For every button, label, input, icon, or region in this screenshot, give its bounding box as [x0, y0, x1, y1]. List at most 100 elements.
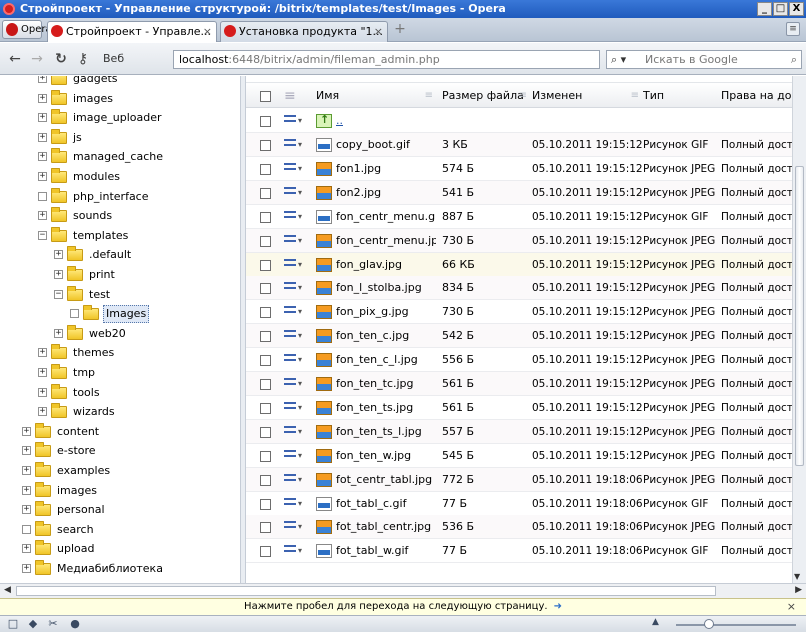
zoom-knob[interactable]	[704, 619, 714, 629]
column-header-size[interactable]: Размер файла ≡	[442, 83, 530, 109]
file-name[interactable]: fon_centr_menu.jpg	[336, 229, 436, 253]
vertical-scrollbar[interactable]: ▼	[792, 76, 806, 583]
row-menu-icon[interactable]	[284, 354, 304, 366]
new-tab-button[interactable]: +	[392, 22, 408, 37]
file-name[interactable]: fon_ten_w.jpg	[336, 444, 436, 468]
unite-icon[interactable]: ◆	[26, 617, 40, 631]
file-name[interactable]: fot_tabl_c.gif	[336, 492, 436, 516]
parent-folder-link[interactable]: ..	[336, 114, 343, 127]
row-checkbox[interactable]	[260, 450, 271, 462]
expand-toggle-icon[interactable]: +	[22, 485, 31, 495]
file-name[interactable]: fon_pix_g.jpg	[336, 300, 436, 324]
table-row[interactable]: fon_ten_c.jpg 542 Б 05.10.2011 19:15:12Рис…	[246, 324, 806, 349]
row-menu-icon[interactable]	[284, 545, 304, 557]
expand-toggle-icon[interactable]: +	[38, 368, 47, 377]
file-name[interactable]: fon_ten_c.jpg	[336, 324, 436, 348]
table-row[interactable]: fon_centr_menu.gif 887 Б 05.10.2011 19:15:…	[246, 205, 806, 229]
file-name[interactable]: fon2.jpg	[336, 181, 436, 205]
row-menu-icon[interactable]	[284, 425, 304, 438]
row-checkbox[interactable]	[260, 402, 271, 414]
expand-toggle-icon[interactable]	[38, 191, 47, 201]
row-checkbox[interactable]	[260, 259, 271, 271]
expand-toggle-icon[interactable]	[70, 309, 79, 319]
table-row[interactable]: fon1.jpg 574 Б 05.10.2011 19:15:12Рисунок …	[246, 157, 806, 181]
expand-toggle-icon[interactable]: +	[22, 505, 31, 515]
expand-toggle-icon[interactable]: +	[38, 172, 47, 181]
expand-toggle-icon[interactable]: +	[38, 76, 47, 83]
row-menu-icon[interactable]	[284, 282, 304, 294]
file-name[interactable]: fot_centr_tabl.jpg	[336, 468, 436, 492]
table-row[interactable]: fot_centr_tabl.jpg 772 Б 05.10.2011 19:18:…	[246, 467, 806, 492]
row-checkbox[interactable]	[260, 522, 271, 534]
close-window-button[interactable]: X	[789, 2, 804, 16]
file-name[interactable]: fot_tabl_centr.jpg	[336, 515, 436, 539]
back-icon[interactable]: ←	[6, 50, 24, 68]
file-name[interactable]: fot_tabl_w.gif	[336, 539, 436, 563]
row-menu-icon[interactable]	[284, 473, 304, 486]
close-info-icon[interactable]: ×	[787, 599, 796, 615]
row-checkbox[interactable]	[260, 355, 271, 367]
dragonfly-icon[interactable]: ●	[68, 617, 82, 631]
row-menu-icon[interactable]	[284, 330, 304, 342]
file-name[interactable]: fon_ten_ts.jpg	[336, 396, 436, 420]
reload-icon[interactable]: ↻	[52, 50, 70, 68]
row-checkbox[interactable]	[260, 546, 271, 558]
row-menu-icon[interactable]	[284, 210, 304, 223]
row-menu-icon[interactable]	[284, 115, 304, 127]
table-row[interactable]: fon_ten_c_l.jpg 556 Б 05.10.2011 19:15:12Р…	[246, 348, 806, 373]
row-checkbox[interactable]	[260, 235, 271, 247]
row-checkbox[interactable]	[260, 474, 271, 486]
row-checkbox[interactable]	[260, 140, 271, 151]
table-row[interactable]: fon_l_stolba.jpg 834 Б 05.10.2011 19:15:12…	[246, 276, 806, 301]
row-menu-icon[interactable]	[284, 258, 304, 271]
scroll-thumb[interactable]	[16, 586, 716, 596]
table-row[interactable]: fon_glav.jpg 66 КБ 05.10.2011 19:15:12Рису…	[246, 252, 806, 277]
row-checkbox[interactable]	[260, 211, 271, 223]
table-row[interactable]: fon_ten_tc.jpg 561 Б 05.10.2011 19:15:12Ри…	[246, 372, 806, 396]
expand-toggle-icon[interactable]: +	[38, 132, 47, 142]
row-menu-icon[interactable]	[284, 162, 304, 175]
table-row[interactable]: ..	[246, 109, 806, 133]
tab-close-icon[interactable]: ×	[203, 22, 212, 41]
row-menu-icon[interactable]	[284, 497, 304, 510]
table-row[interactable]: fon_centr_menu.jpg 730 Б 05.10.2011 19:15:…	[246, 228, 806, 253]
panel-toggle-icon[interactable]: □	[6, 617, 20, 631]
expand-toggle-icon[interactable]: −	[38, 230, 47, 240]
row-checkbox[interactable]	[260, 283, 271, 295]
expand-toggle-icon[interactable]: +	[22, 564, 31, 573]
tab-menu-button[interactable]: ≡	[786, 22, 800, 36]
expand-toggle-icon[interactable]: +	[22, 426, 31, 436]
expand-toggle-icon[interactable]: +	[54, 270, 63, 279]
expand-toggle-icon[interactable]: +	[54, 328, 63, 338]
file-name[interactable]: fon_glav.jpg	[336, 253, 436, 277]
file-name[interactable]: fon1.jpg	[336, 157, 436, 181]
minimize-button[interactable]: _	[757, 2, 772, 16]
scroll-right-icon[interactable]: ▶	[795, 585, 802, 595]
expand-toggle-icon[interactable]: +	[22, 446, 31, 456]
zoom-up-icon[interactable]: ▲	[652, 617, 659, 627]
forward-icon[interactable]: →	[28, 50, 46, 68]
table-row[interactable]: fon_ten_ts.jpg 561 Б 05.10.2011 19:15:12Ри…	[246, 396, 806, 420]
row-menu-icon[interactable]	[284, 449, 304, 462]
expand-toggle-icon[interactable]: +	[38, 407, 47, 417]
horizontal-scrollbar[interactable]: ◀ ▶	[0, 583, 806, 598]
table-row[interactable]: fot_tabl_w.gif 77 Б 05.10.2011 19:18:06Рис…	[246, 539, 806, 564]
expand-toggle-icon[interactable]: +	[22, 466, 31, 475]
row-menu-icon[interactable]	[284, 306, 304, 318]
row-checkbox[interactable]	[260, 163, 271, 175]
turbo-icon[interactable]: ✂	[46, 617, 60, 631]
table-row[interactable]: copy_boot.gif 3 КБ 05.10.2011 19:15:12Рису…	[246, 133, 806, 157]
row-checkbox[interactable]	[260, 187, 271, 199]
expand-toggle-icon[interactable]: +	[54, 250, 63, 260]
web-badge[interactable]: Веб	[103, 52, 124, 65]
expand-toggle-icon[interactable]: +	[22, 544, 31, 554]
row-menu-icon[interactable]	[284, 186, 304, 199]
expand-toggle-icon[interactable]	[22, 524, 31, 534]
address-bar[interactable]: localhost:6448/bitrix/admin/fileman_admi…	[173, 50, 600, 69]
table-row[interactable]: fon_ten_ts_l.jpg 557 Б 05.10.2011 19:15:12…	[246, 419, 806, 444]
row-checkbox[interactable]	[260, 426, 271, 438]
table-row[interactable]: fon_pix_g.jpg 730 Б 05.10.2011 19:15:12Рис…	[246, 300, 806, 325]
expand-toggle-icon[interactable]: +	[38, 93, 47, 103]
scroll-thumb[interactable]	[795, 166, 804, 466]
table-row[interactable]: fot_tabl_centr.jpg 536 Б 05.10.2011 19:18:…	[246, 515, 806, 540]
